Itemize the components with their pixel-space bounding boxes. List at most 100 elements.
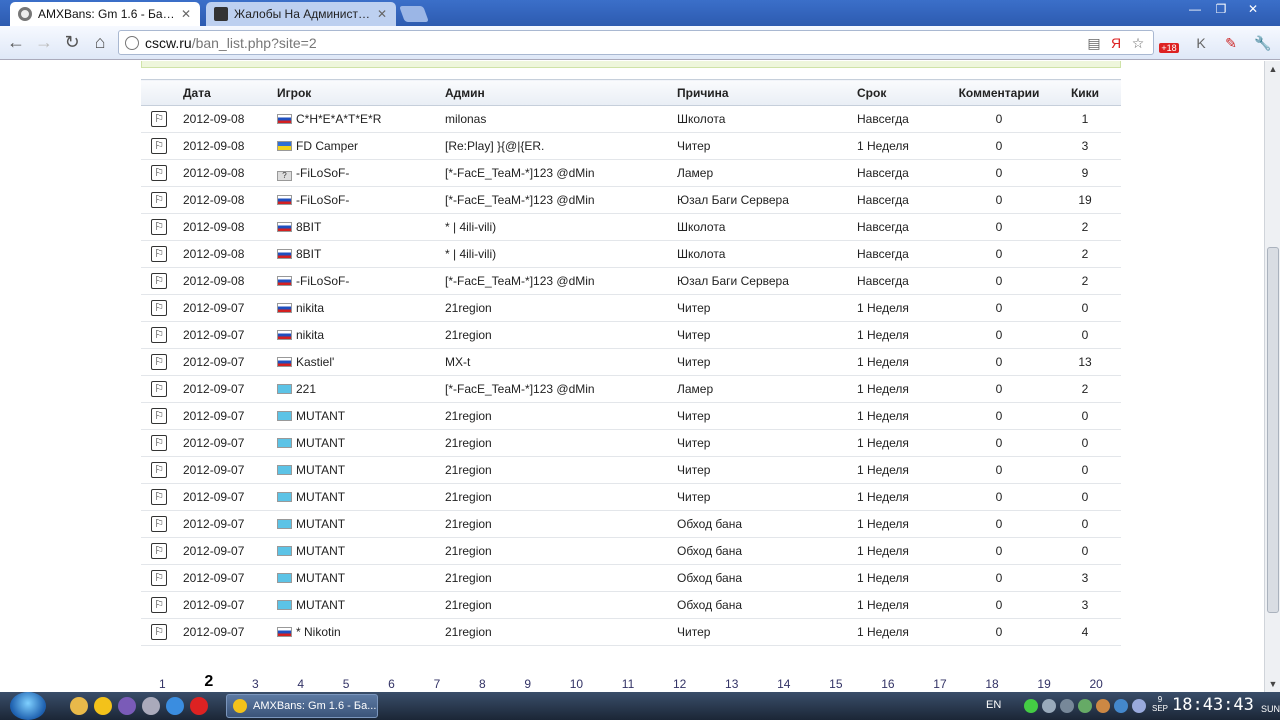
page-link[interactable]: 6 <box>388 677 395 692</box>
player-details-icon[interactable]: ⚐ <box>151 138 167 154</box>
header-kicks[interactable]: Кики <box>1049 79 1121 106</box>
maximize-button[interactable]: ❐ <box>1208 0 1234 18</box>
language-indicator[interactable]: EN <box>986 699 1001 711</box>
taskbar-item-browser[interactable]: AMXBans: Gm 1.6 - Ба... <box>226 694 378 718</box>
page-link[interactable]: 2 <box>204 673 213 692</box>
row-details-cell[interactable]: ⚐ <box>141 564 177 592</box>
player-details-icon[interactable]: ⚐ <box>151 408 167 424</box>
page-link[interactable]: 16 <box>881 677 894 692</box>
player-details-icon[interactable]: ⚐ <box>151 165 167 181</box>
row-details-cell[interactable]: ⚐ <box>141 294 177 322</box>
tray-icon[interactable] <box>1096 699 1110 713</box>
table-row[interactable]: ⚐ 2012-09-07 MUTANT 21region Обход бана 1 Нед… <box>141 537 1121 565</box>
row-details-cell[interactable]: ⚐ <box>141 618 177 646</box>
table-row[interactable]: ⚐ 2012-09-07 MUTANT 21region Читер 1 Неделя 0 0 <box>141 429 1121 457</box>
wrench-icon[interactable]: 🔧 <box>1252 32 1274 54</box>
player-details-icon[interactable]: ⚐ <box>151 462 167 478</box>
player-details-icon[interactable]: ⚐ <box>151 489 167 505</box>
row-details-cell[interactable]: ⚐ <box>141 348 177 376</box>
table-row[interactable]: ⚐ 2012-09-07 * Nikotin 21region Читер 1 Недел… <box>141 618 1121 646</box>
row-details-cell[interactable]: ⚐ <box>141 240 177 268</box>
header-admin[interactable]: Админ <box>441 79 673 106</box>
row-details-cell[interactable]: ⚐ <box>141 321 177 349</box>
row-details-cell[interactable]: ⚐ <box>141 591 177 619</box>
tray-icon[interactable] <box>1114 699 1128 713</box>
player-details-icon[interactable]: ⚐ <box>151 219 167 235</box>
scroll-down-icon[interactable]: ▼ <box>1265 676 1280 692</box>
tray-icon[interactable] <box>1060 699 1074 713</box>
quicklaunch-icon[interactable] <box>94 697 112 715</box>
page-link[interactable]: 14 <box>777 677 790 692</box>
tab-banlist[interactable]: AMXBans: Gm 1.6 - Банлист ✕ <box>10 2 200 26</box>
page-link[interactable]: 20 <box>1089 677 1102 692</box>
table-row[interactable]: ⚐ 2012-09-07 MUTANT 21region Обход бана 1 Нед… <box>141 510 1121 538</box>
page-link[interactable]: 10 <box>570 677 583 692</box>
close-window-button[interactable]: ✕ <box>1240 0 1266 18</box>
table-row[interactable]: ⚐ 2012-09-07 nikita 21region Читер 1 Неделя 0 0 <box>141 321 1121 349</box>
new-tab-button[interactable] <box>399 6 429 22</box>
table-row[interactable]: ⚐ 2012-09-07 MUTANT 21region Читер 1 Неделя 0 0 <box>141 456 1121 484</box>
header-comments[interactable]: Комментарии <box>949 79 1049 106</box>
row-details-cell[interactable]: ⚐ <box>141 213 177 241</box>
header-date[interactable]: Дата <box>177 79 273 106</box>
opera-icon[interactable] <box>190 697 208 715</box>
row-details-cell[interactable]: ⚐ <box>141 186 177 214</box>
player-details-icon[interactable]: ⚐ <box>151 624 167 640</box>
table-row[interactable]: ⚐ 2012-09-07 MUTANT 21region Обход бана 1 Нед… <box>141 591 1121 619</box>
forward-arrow-icon[interactable]: → <box>32 30 56 54</box>
home-icon[interactable]: ⌂ <box>88 30 112 54</box>
row-details-cell[interactable]: ⚐ <box>141 132 177 160</box>
vertical-scrollbar[interactable]: ▲ ▼ <box>1264 61 1280 692</box>
row-details-cell[interactable]: ⚐ <box>141 105 177 133</box>
network-icon[interactable] <box>1132 699 1146 713</box>
player-details-icon[interactable]: ⚐ <box>151 516 167 532</box>
tray-icon[interactable] <box>1024 699 1038 713</box>
page-link[interactable]: 8 <box>479 677 486 692</box>
page-link[interactable]: 15 <box>829 677 842 692</box>
page-link[interactable]: 11 <box>622 677 634 692</box>
header-term[interactable]: Срок <box>853 79 949 106</box>
close-icon[interactable]: ✕ <box>376 7 388 21</box>
header-reason[interactable]: Причина <box>673 79 853 106</box>
table-row[interactable]: ⚐ 2012-09-08? -FiLoSoF- [*-FacE_TeaM-*]123 … <box>141 159 1121 187</box>
yandex-icon[interactable]: Я <box>1107 34 1125 52</box>
page-link[interactable]: 4 <box>297 677 304 692</box>
player-details-icon[interactable]: ⚐ <box>151 435 167 451</box>
table-row[interactable]: ⚐ 2012-09-08 FD Camper [Re:Play] }{@|{ER. Чи… <box>141 132 1121 160</box>
table-row[interactable]: ⚐ 2012-09-08 -FiLoSoF- [*-FacE_TeaM-*]123 @… <box>141 267 1121 295</box>
row-details-cell[interactable]: ⚐ <box>141 429 177 457</box>
table-row[interactable]: ⚐ 2012-09-08 C*H*E*A*T*E*R milonas Школота На… <box>141 105 1121 133</box>
page-link[interactable]: 1 <box>159 677 166 692</box>
page-link[interactable]: 13 <box>725 677 738 692</box>
player-details-icon[interactable]: ⚐ <box>151 300 167 316</box>
table-row[interactable]: ⚐ 2012-09-07 Kastiel' MX-t Читер 1 Неделя 0 13 <box>141 348 1121 376</box>
tray-icon[interactable] <box>1042 699 1056 713</box>
player-details-icon[interactable]: ⚐ <box>151 246 167 262</box>
header-player[interactable]: Игрок <box>273 79 441 106</box>
start-button[interactable] <box>10 692 46 720</box>
player-details-icon[interactable]: ⚐ <box>151 597 167 613</box>
row-details-cell[interactable]: ⚐ <box>141 159 177 187</box>
close-icon[interactable]: ✕ <box>180 7 192 21</box>
tab-complaints[interactable]: Жалобы На Администрацию ✕ <box>206 2 396 26</box>
player-details-icon[interactable]: ⚐ <box>151 327 167 343</box>
table-row[interactable]: ⚐ 2012-09-07 221 [*-FacE_TeaM-*]123 @dMin Ла… <box>141 375 1121 403</box>
row-details-cell[interactable]: ⚐ <box>141 402 177 430</box>
pen-icon[interactable]: ✎ <box>1220 32 1242 54</box>
quicklaunch-icon[interactable] <box>142 697 160 715</box>
table-row[interactable]: ⚐ 2012-09-08 8BIT * | 4ili-vili) Школота Навс… <box>141 240 1121 268</box>
page-link[interactable]: 12 <box>673 677 686 692</box>
row-details-cell[interactable]: ⚐ <box>141 267 177 295</box>
scroll-up-icon[interactable]: ▲ <box>1265 61 1280 77</box>
page-icon[interactable]: ▤ <box>1085 34 1103 52</box>
row-details-cell[interactable]: ⚐ <box>141 456 177 484</box>
row-details-cell[interactable]: ⚐ <box>141 537 177 565</box>
page-link[interactable]: 9 <box>524 677 531 692</box>
quicklaunch-icon[interactable] <box>118 697 136 715</box>
quicklaunch-icon[interactable] <box>70 697 88 715</box>
table-row[interactable]: ⚐ 2012-09-07 MUTANT 21region Читер 1 Неделя 0 0 <box>141 402 1121 430</box>
page-link[interactable]: 7 <box>434 677 441 692</box>
page-link[interactable]: 18 <box>985 677 998 692</box>
scroll-thumb[interactable] <box>1267 247 1279 613</box>
row-details-cell[interactable]: ⚐ <box>141 483 177 511</box>
